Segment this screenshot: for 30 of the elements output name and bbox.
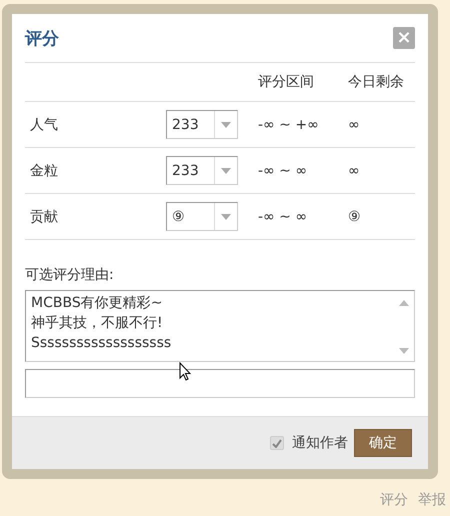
dropdown-icon[interactable] <box>221 122 231 128</box>
score-range: -∞ ~ +∞ <box>258 116 319 132</box>
cursor-icon <box>179 362 191 381</box>
reason-list[interactable]: MCBBS有你更精彩~ 神乎其技，不服不行! Sssssssssssssssssss <box>25 290 415 362</box>
scroll-up-icon[interactable] <box>398 299 410 307</box>
score-select[interactable]: ⑨ <box>166 202 238 231</box>
dropdown-icon[interactable] <box>221 168 231 174</box>
remaining-count: ∞ <box>348 162 360 178</box>
reason-option[interactable]: Sssssssssssssssssss <box>31 333 389 353</box>
column-header: 评分区间 <box>258 74 314 90</box>
remaining-count: ⑨ <box>348 208 361 224</box>
reason-option[interactable]: MCBBS有你更精彩~ <box>31 293 389 313</box>
reason-option[interactable]: 神乎其技，不服不行! <box>31 313 389 333</box>
score-select[interactable]: 233 <box>166 156 238 185</box>
notify-checkbox[interactable] <box>270 436 284 450</box>
reason-input[interactable] <box>25 369 415 398</box>
confirm-button[interactable]: 确定 <box>354 429 412 457</box>
scroll-down-icon[interactable] <box>398 347 410 355</box>
row-label: 贡献 <box>30 208 58 224</box>
reason-label: 可选评分理由: <box>25 266 115 285</box>
dialog-title: 评分 <box>25 28 59 50</box>
score-range: -∞ ~ ∞ <box>258 162 308 178</box>
dropdown-icon[interactable] <box>221 214 231 220</box>
notify-label: 通知作者 <box>292 434 348 452</box>
row-label: 人气 <box>30 116 58 132</box>
column-header: 今日剩余 <box>348 74 404 90</box>
score-select[interactable]: 233 <box>166 110 238 139</box>
score-range: -∞ ~ ∞ <box>258 208 308 224</box>
remaining-count: ∞ <box>348 116 360 132</box>
row-label: 金粒 <box>30 162 58 178</box>
